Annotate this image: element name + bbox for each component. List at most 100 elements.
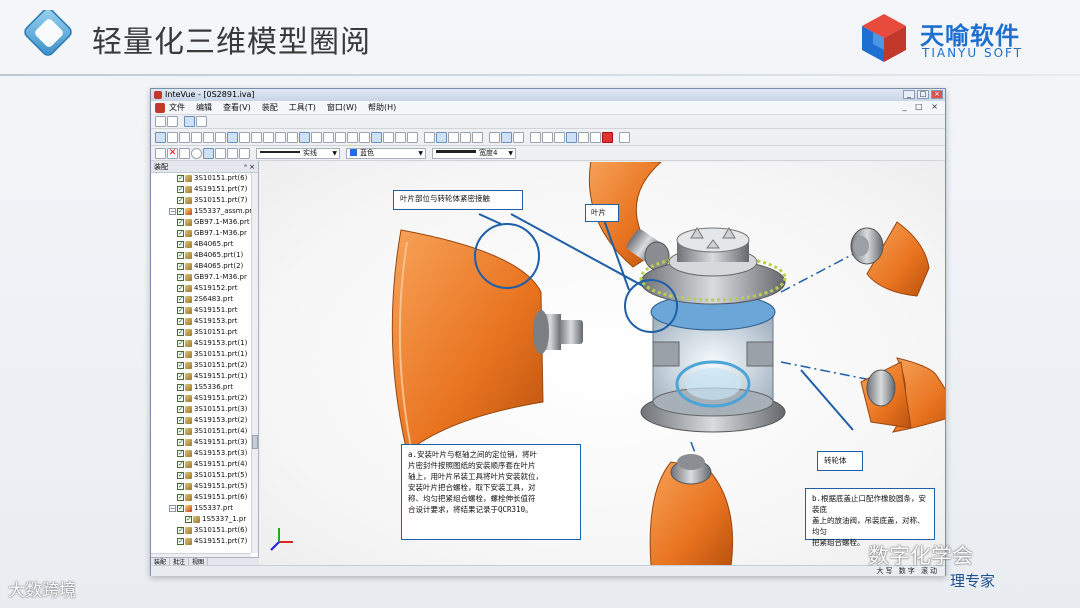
tool-c-icon[interactable]	[566, 132, 577, 143]
visibility-checkbox[interactable]	[177, 437, 184, 448]
visibility-checkbox[interactable]	[177, 239, 184, 250]
tree-item[interactable]: 4B4065.prt(1)	[151, 250, 251, 261]
circle-tool-icon[interactable]	[191, 147, 202, 159]
section-icon[interactable]	[347, 132, 358, 143]
tree-item[interactable]: 4S19151.prt(5)	[151, 481, 251, 492]
tree-item[interactable]: 4S19153.prt(1)	[151, 338, 251, 349]
tree-item[interactable]: 4B4065.prt(2)	[151, 261, 251, 272]
cut-icon[interactable]	[489, 132, 500, 143]
tree-item[interactable]: 3S10151.prt(1)	[151, 349, 251, 360]
visibility-checkbox[interactable]	[177, 338, 184, 349]
tree-item[interactable]: GB97.1-M36.pr	[151, 228, 251, 239]
tool-a-icon[interactable]	[542, 132, 553, 143]
play-icon[interactable]	[448, 132, 459, 143]
blade-right-lower[interactable]	[860, 357, 945, 433]
tree-item[interactable]: 1S5337_1.pr	[151, 514, 251, 525]
visibility-checkbox[interactable]	[177, 316, 184, 327]
callout-hub-label[interactable]: 转轮体	[817, 451, 863, 471]
print-icon[interactable]	[196, 116, 207, 127]
tree-item[interactable]: 4S19151.prt(7)	[151, 184, 251, 195]
tree-vertical-scrollbar[interactable]	[251, 173, 258, 553]
visibility-checkbox[interactable]	[177, 426, 184, 437]
blade-right-top[interactable]	[850, 221, 930, 297]
menu-window[interactable]: 窗口(W)	[327, 102, 357, 113]
menu-tools[interactable]: 工具(T)	[289, 102, 316, 113]
stop-icon[interactable]	[472, 132, 483, 143]
visibility-checkbox[interactable]	[177, 470, 184, 481]
tree-item[interactable]: 4S19151.prt	[151, 305, 251, 316]
visibility-checkbox[interactable]	[177, 481, 184, 492]
tree-item[interactable]: − 1S5337_assm.prt(2	[151, 206, 251, 217]
left-view-icon[interactable]	[275, 132, 286, 143]
visibility-checkbox[interactable]	[177, 261, 184, 272]
tree-item[interactable]: 3S10151.prt(3)	[151, 404, 251, 415]
visibility-checkbox[interactable]	[177, 492, 184, 503]
line-width-select[interactable]: 宽度4 ▼	[432, 147, 516, 159]
visibility-checkbox[interactable]	[177, 206, 184, 217]
zoom-fit-icon[interactable]	[227, 132, 238, 143]
tree-item[interactable]: 3S10151.prt(2)	[151, 360, 251, 371]
visibility-checkbox[interactable]	[177, 393, 184, 404]
callout-contact-note[interactable]: 叶片部位与转轮体紧密接触	[393, 190, 523, 210]
tree-item[interactable]: GB97.1-M36.pr	[151, 272, 251, 283]
visibility-checkbox[interactable]	[177, 294, 184, 305]
callout-blade-label[interactable]: 叶片	[585, 204, 619, 222]
play-prev-icon[interactable]	[436, 132, 447, 143]
close-button[interactable]: ×	[931, 90, 943, 99]
color-select[interactable]: 蓝色 ▼	[346, 147, 426, 159]
tree-item[interactable]: 3S10151.prt(7)	[151, 195, 251, 206]
tree-expand-toggle[interactable]: −	[169, 208, 176, 215]
zoom-in-icon[interactable]	[179, 132, 190, 143]
tree-item[interactable]: − 1S5337.prt	[151, 503, 251, 514]
tree-item[interactable]: 4S19153.prt	[151, 316, 251, 327]
tree-item[interactable]: 3S10151.prt(6)	[151, 173, 251, 184]
tree-item[interactable]: GB97.1-M36.prt	[151, 217, 251, 228]
3d-viewport[interactable]: 叶片部位与转轮体紧密接触 叶片 转轮体 a.安装叶片与枢轴之间的定位销，将叶 片密…	[261, 162, 945, 566]
box-icon[interactable]	[383, 132, 394, 143]
tool-e-icon[interactable]	[590, 132, 601, 143]
note-b-bottom-cover[interactable]: b.根据底盖止口配作橡胶圆条，安装底 盖上的放油阀，吊装底盖，对称、均匀 把紧组合螺…	[805, 488, 935, 547]
tool-d-icon[interactable]	[578, 132, 589, 143]
tree-item[interactable]: 3S10151.prt(4)	[151, 426, 251, 437]
pan-icon[interactable]	[203, 132, 214, 143]
top-view-icon[interactable]	[263, 132, 274, 143]
delete-icon[interactable]: ✕	[167, 147, 178, 159]
visibility-checkbox[interactable]	[177, 305, 184, 316]
play-first-icon[interactable]	[424, 132, 435, 143]
measure-icon[interactable]	[371, 132, 382, 143]
visibility-checkbox[interactable]	[177, 459, 184, 470]
zoom-window-icon[interactable]	[191, 132, 202, 143]
tree-item[interactable]: 3S10151.prt(6)	[151, 525, 251, 536]
tree-item[interactable]: 4S19153.prt(2)	[151, 415, 251, 426]
color-red-icon[interactable]	[602, 132, 613, 143]
right-view-icon[interactable]	[287, 132, 298, 143]
line-style-select[interactable]: 实线 ▼	[256, 147, 340, 159]
visibility-checkbox[interactable]	[177, 382, 184, 393]
cursor-icon[interactable]	[501, 132, 512, 143]
wireframe-icon[interactable]	[323, 132, 334, 143]
visibility-checkbox[interactable]	[177, 525, 184, 536]
menu-file[interactable]: 文件	[169, 102, 185, 113]
tree-item[interactable]: 4B4065.prt	[151, 239, 251, 250]
tree-item[interactable]: 4S19151.prt(6)	[151, 492, 251, 503]
new-file-icon[interactable]	[155, 116, 166, 127]
visibility-checkbox[interactable]	[177, 503, 184, 514]
visibility-checkbox[interactable]	[177, 360, 184, 371]
rotate-icon[interactable]	[215, 132, 226, 143]
panel-pin-close[interactable]: ᵃ ×	[244, 161, 255, 173]
model-tree-icon[interactable]	[155, 132, 166, 143]
text-tool-icon[interactable]	[239, 147, 250, 159]
iso-view-icon[interactable]	[299, 132, 310, 143]
visibility-checkbox[interactable]	[177, 404, 184, 415]
transparent-icon[interactable]	[395, 132, 406, 143]
hidden-line-icon[interactable]	[335, 132, 346, 143]
tree-item[interactable]: 4S19152.prt	[151, 283, 251, 294]
visibility-checkbox[interactable]	[177, 272, 184, 283]
visibility-checkbox[interactable]	[177, 536, 184, 547]
explode-icon[interactable]	[359, 132, 370, 143]
explode-view-icon[interactable]	[513, 132, 524, 143]
doc-window-controls[interactable]: _ □ ×	[903, 102, 941, 111]
select-icon[interactable]	[167, 132, 178, 143]
window-titlebar[interactable]: InteVue - [0S2891.iva] _ □ ×	[151, 89, 945, 101]
tree-item[interactable]: 2S6483.prt	[151, 294, 251, 305]
